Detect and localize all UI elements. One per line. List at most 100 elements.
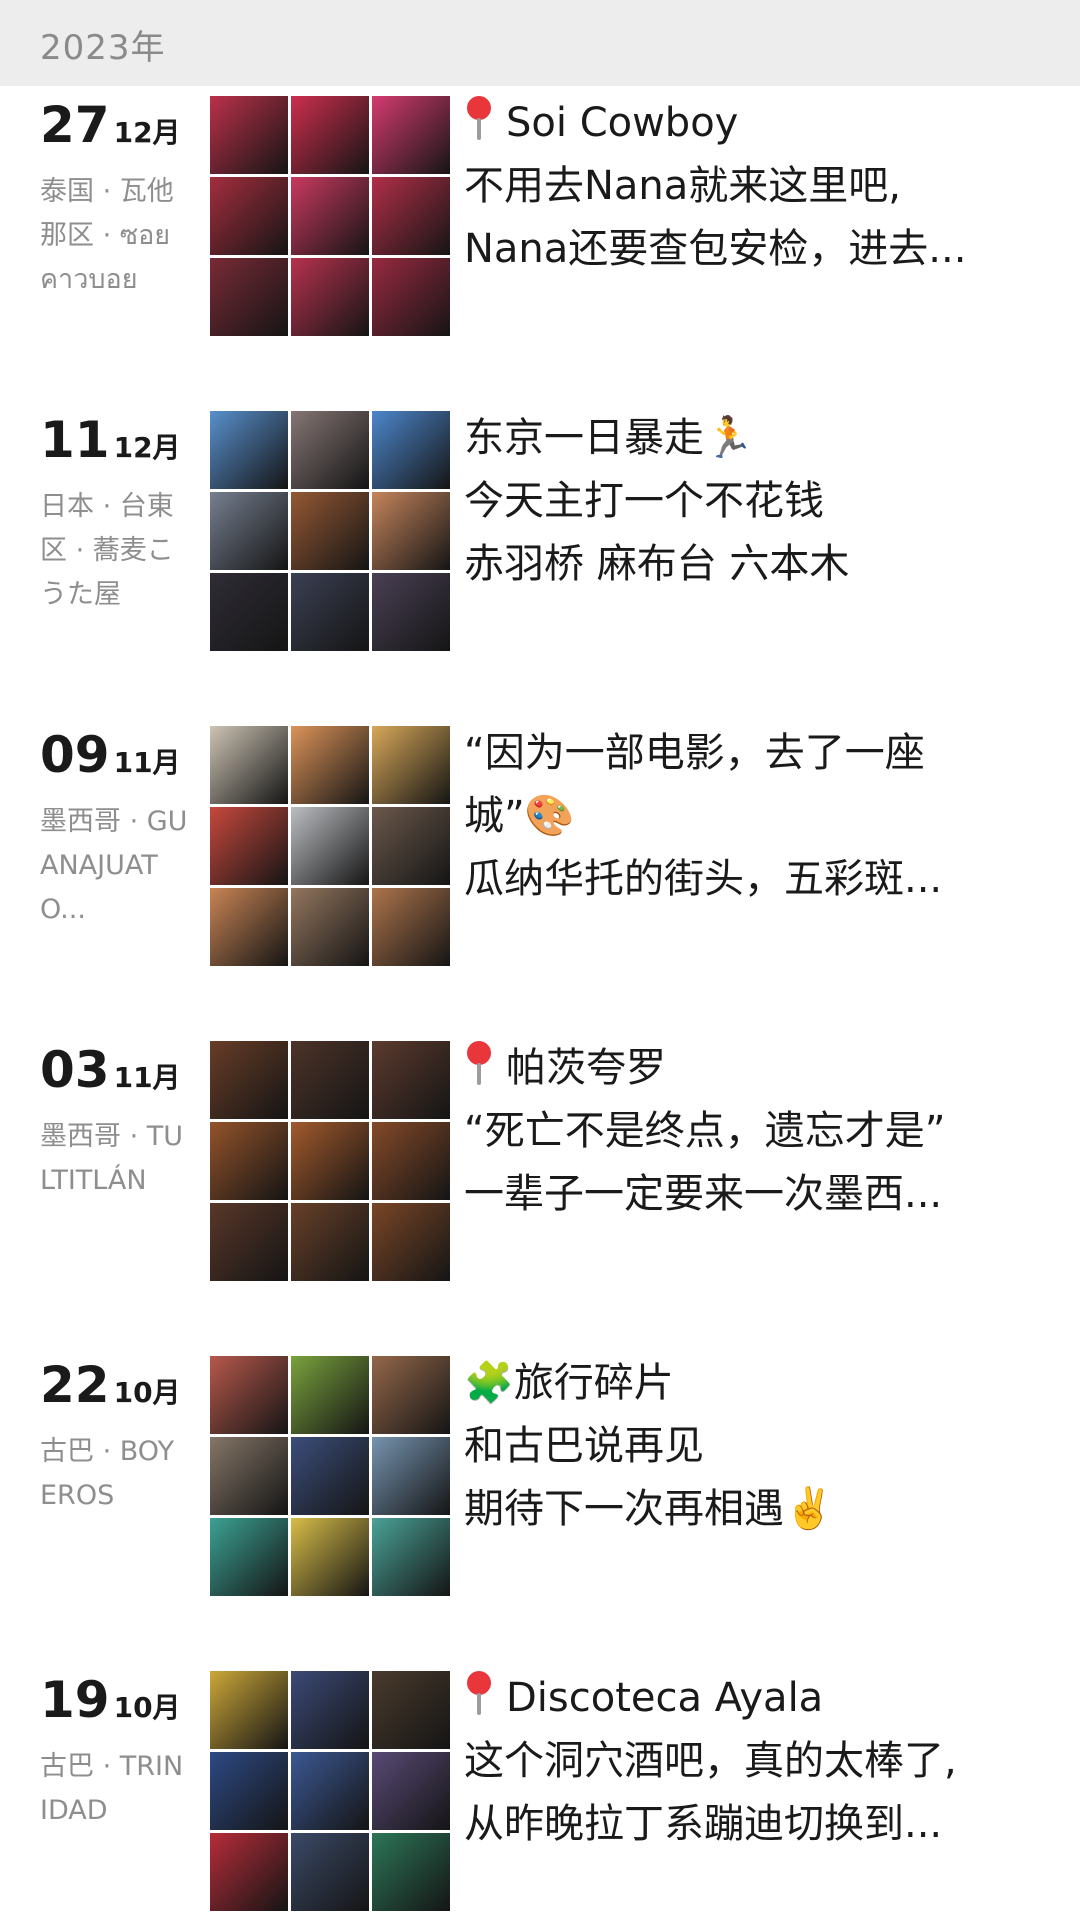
entry-text-line: “因为一部电影，去了一座 xyxy=(464,722,1024,785)
photo-grid[interactable] xyxy=(210,96,450,336)
entry-text-line: 城”🎨 xyxy=(464,785,1024,848)
photo-thumbnail xyxy=(210,1518,288,1596)
entry-text-line: 帕茨夸罗 xyxy=(464,1037,1024,1100)
photo-thumbnail xyxy=(210,726,288,804)
photo-thumbnail xyxy=(291,1356,369,1434)
entry-date: 27 12月 xyxy=(40,96,181,154)
entry-day: 09 xyxy=(40,726,110,784)
entry-text: Discoteca Ayala 这个洞穴酒吧，真的太棒了, 从昨晚拉丁系蹦迪切换到.… xyxy=(464,1667,1024,1856)
entry-text-line: 从昨晚拉丁系蹦迪切换到... xyxy=(464,1793,1024,1856)
timeline-entry[interactable]: 09 11月 墨西哥 · GUANAJUATO... “因为一部电影，去了一座 城”🎨 瓜… xyxy=(0,722,1080,966)
location-pin-icon xyxy=(464,1669,494,1717)
entry-text-line: 🧩旅行碎片 xyxy=(464,1352,1024,1415)
entry-text-content: Nana还要查包安检，进去... xyxy=(464,226,967,272)
entry-text: Soi Cowboy 不用去Nana就来这里吧, Nana还要查包安检，进去... xyxy=(464,92,1024,281)
photo-thumbnail xyxy=(372,1518,450,1596)
emoji-icon: ✌️ xyxy=(784,1486,834,1532)
year-header: 2023年 xyxy=(0,0,1080,86)
entry-text: 🧩旅行碎片 和古巴说再见 期待下一次再相遇✌️ xyxy=(464,1352,1024,1541)
photo-thumbnail xyxy=(372,888,450,966)
photo-thumbnail xyxy=(291,1671,369,1749)
timeline-entry[interactable]: 11 12月 日本 · 台東区 · 蕎麦こうた屋 东京一日暴走🏃 今天主打一个不花钱 赤羽… xyxy=(0,407,1080,651)
entry-month: 10月 xyxy=(113,1691,181,1724)
photo-thumbnail xyxy=(372,177,450,255)
photo-thumbnail xyxy=(210,1356,288,1434)
entry-location: 古巴 · TRINIDAD xyxy=(40,1751,184,1826)
entry-text-line: Discoteca Ayala xyxy=(464,1667,1024,1730)
photo-thumbnail xyxy=(291,492,369,570)
photo-thumbnail xyxy=(291,1518,369,1596)
entry-text-content: 一辈子一定要来一次墨西... xyxy=(464,1171,943,1217)
photo-thumbnail xyxy=(210,1203,288,1281)
entry-text-content: 东京一日暴走 xyxy=(464,415,704,461)
entry-text-content: Discoteca Ayala xyxy=(506,1675,824,1721)
photo-thumbnail xyxy=(372,492,450,570)
emoji-icon: 🎨 xyxy=(524,793,575,839)
entry-day: 19 xyxy=(40,1671,110,1729)
entry-text-content: 赤羽桥 麻布台 六本木 xyxy=(464,541,850,587)
photo-thumbnail xyxy=(372,1671,450,1749)
photo-thumbnail xyxy=(372,726,450,804)
timeline-entry[interactable]: 03 11月墨西哥 · TULTITLÁN 帕茨夸罗 “死亡不是终点，遗忘才是” 一辈子… xyxy=(0,1037,1080,1281)
entry-text-content: 帕茨夸罗 xyxy=(506,1045,666,1091)
photo-thumbnail xyxy=(372,573,450,651)
entry-location: 古巴 · BOYEROS xyxy=(40,1436,175,1511)
photo-grid[interactable] xyxy=(210,411,450,651)
entry-text-line: Nana还要查包安检，进去... xyxy=(464,218,1024,281)
entry-day: 03 xyxy=(40,1041,110,1099)
photo-thumbnail xyxy=(372,1752,450,1830)
entry-text-line: 不用去Nana就来这里吧, xyxy=(464,155,1024,218)
timeline-entry[interactable]: 27 12月泰国 · 瓦他那区 · ซอย คาวบอย Soi Cowboy 不用去… xyxy=(0,92,1080,336)
photo-thumbnail xyxy=(372,807,450,885)
photo-grid[interactable] xyxy=(210,1041,450,1281)
entry-location: 泰国 · 瓦他那区 · ซอย คาวบอย xyxy=(40,176,174,295)
entry-date: 03 11月 xyxy=(40,1041,181,1099)
entry-text: 帕茨夸罗 “死亡不是终点，遗忘才是” 一辈子一定要来一次墨西... xyxy=(464,1037,1024,1226)
photo-thumbnail xyxy=(291,1122,369,1200)
photo-thumbnail xyxy=(210,1122,288,1200)
entry-date: 11 12月 xyxy=(40,411,181,469)
entry-text-line: 赤羽桥 麻布台 六本木 xyxy=(464,533,1024,596)
entry-text-content: Soi Cowboy xyxy=(506,100,739,146)
photo-thumbnail xyxy=(291,1041,369,1119)
entry-text-line: “死亡不是终点，遗忘才是” xyxy=(464,1100,1024,1163)
photo-thumbnail xyxy=(372,1356,450,1434)
photo-grid[interactable] xyxy=(210,726,450,966)
photo-thumbnail xyxy=(210,96,288,174)
photo-thumbnail xyxy=(210,888,288,966)
photo-thumbnail xyxy=(291,807,369,885)
entry-month: 12月 xyxy=(113,431,181,464)
photo-thumbnail xyxy=(210,1671,288,1749)
entry-day: 27 xyxy=(40,96,110,154)
entry-date: 19 10月 xyxy=(40,1671,181,1729)
entry-text-content: 瓜纳华托的街头，五彩斑... xyxy=(464,856,943,902)
entry-text-content: 期待下一次再相遇 xyxy=(464,1486,784,1532)
entry-location: 墨西哥 · TULTITLÁN xyxy=(40,1121,184,1196)
photo-thumbnail xyxy=(291,1752,369,1830)
photo-thumbnail xyxy=(291,1203,369,1281)
entry-month: 11月 xyxy=(113,746,181,779)
photo-thumbnail xyxy=(210,258,288,336)
entry-text-content: 不用去Nana就来这里吧, xyxy=(464,163,902,209)
timeline-entry[interactable]: 22 10月 古巴 · BOYEROS 🧩旅行碎片 和古巴说再见 期待下一次再相遇✌️ xyxy=(0,1352,1080,1596)
photo-thumbnail xyxy=(291,411,369,489)
photo-grid[interactable] xyxy=(210,1671,450,1911)
entry-text-content: 这个洞穴酒吧，真的太棒了, xyxy=(464,1738,957,1784)
entry-text-line: 期待下一次再相遇✌️ xyxy=(464,1478,1024,1541)
entry-text-line: 今天主打一个不花钱 xyxy=(464,470,1024,533)
entry-text-line: 瓜纳华托的街头，五彩斑... xyxy=(464,848,1024,911)
entry-date: 09 11月 xyxy=(40,726,181,784)
photo-thumbnail xyxy=(372,1122,450,1200)
entry-day: 22 xyxy=(40,1356,110,1414)
photo-thumbnail xyxy=(372,258,450,336)
entry-text-line: 和古巴说再见 xyxy=(464,1415,1024,1478)
photo-grid[interactable] xyxy=(210,1356,450,1596)
photo-thumbnail xyxy=(210,1041,288,1119)
entry-month: 11月 xyxy=(113,1061,181,1094)
entry-text: “因为一部电影，去了一座 城”🎨 瓜纳华托的街头，五彩斑... xyxy=(464,722,1024,911)
photo-thumbnail xyxy=(372,1203,450,1281)
photo-thumbnail xyxy=(372,411,450,489)
entry-text-line: Soi Cowboy xyxy=(464,92,1024,155)
timeline-entry[interactable]: 19 10月古巴 · TRINIDAD Discoteca Ayala 这个洞穴酒吧，… xyxy=(0,1667,1080,1911)
photo-thumbnail xyxy=(210,573,288,651)
